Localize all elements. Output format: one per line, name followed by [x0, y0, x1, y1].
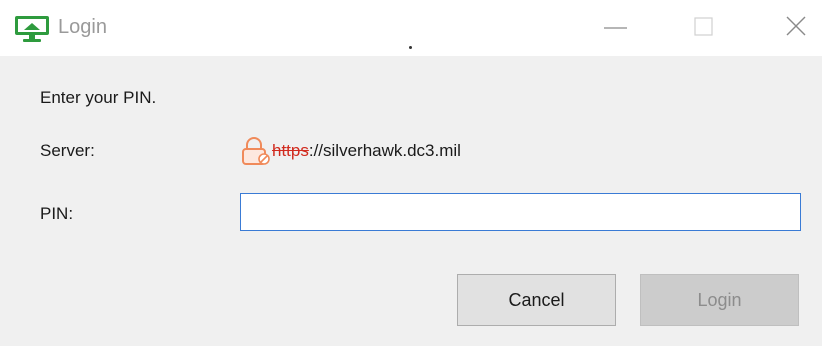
server-label: Server:: [40, 141, 95, 160]
url-host: ://silverhawk.dc3.mil: [308, 141, 461, 160]
close-button[interactable]: [776, 8, 816, 44]
cancel-button[interactable]: Cancel: [457, 274, 616, 326]
window-title: Login: [58, 16, 107, 38]
title-bar[interactable]: Login: [0, 0, 822, 56]
title-dot: [409, 46, 412, 49]
monitor-app-icon: [15, 16, 49, 42]
broken-lock-icon: [242, 137, 270, 165]
pin-prompt: Enter your PIN.: [40, 88, 157, 107]
login-dialog: Login Enter your PIN. Server: https://s…: [0, 0, 822, 346]
login-button[interactable]: Login: [640, 274, 799, 326]
pin-input[interactable]: [240, 193, 801, 231]
minimize-icon: [604, 27, 627, 29]
close-icon: [786, 16, 806, 36]
maximize-icon: [694, 17, 713, 36]
maximize-button[interactable]: [684, 8, 724, 44]
url-scheme-insecure: https: [272, 141, 309, 160]
server-url: https://silverhawk.dc3.mil: [240, 136, 461, 166]
pin-label: PIN:: [40, 204, 74, 223]
minimize-button[interactable]: [596, 8, 636, 44]
